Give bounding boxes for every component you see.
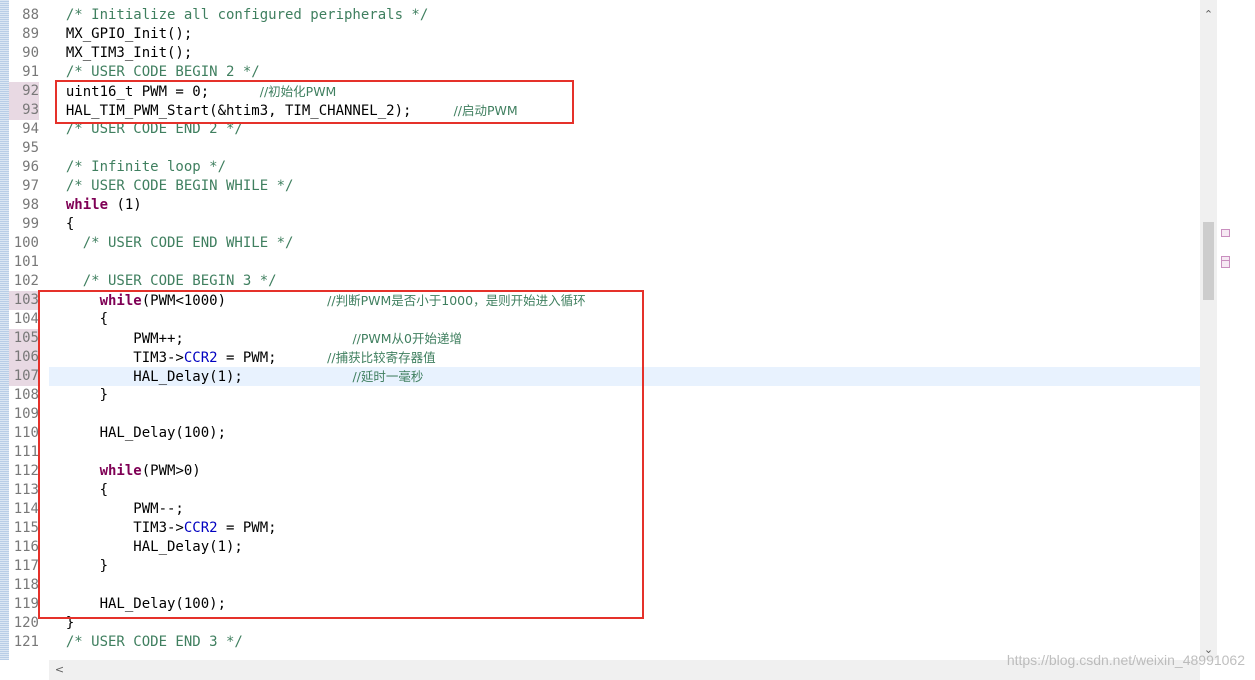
line-number: 93: [9, 101, 39, 120]
line-number: 97: [22, 178, 39, 194]
code-token: (1): [108, 197, 142, 213]
line-number: 94: [22, 121, 39, 137]
code-comment: /* USER CODE BEGIN WHILE */: [65, 178, 294, 194]
code-comment: /* Infinite loop */: [65, 159, 227, 175]
code-comment: /* USER CODE END 3 */: [65, 634, 243, 650]
code-line[interactable]: /* Infinite loop */: [49, 158, 1200, 177]
overview-ruler[interactable]: [1217, 0, 1255, 660]
line-number: 92: [9, 82, 39, 101]
vertical-scroll-thumb[interactable]: [1203, 222, 1214, 300]
line-number: 98: [22, 197, 39, 213]
code-comment: /* USER CODE BEGIN 3 */: [82, 273, 277, 289]
annotation-box-loop: [38, 290, 644, 619]
line-number: 96: [22, 159, 39, 175]
code-comment: /* USER CODE END WHILE */: [82, 235, 294, 251]
line-number: 99: [22, 216, 39, 232]
code-line[interactable]: MX_GPIO_Init();: [49, 25, 1200, 44]
line-number: 108: [13, 387, 39, 403]
code-line[interactable]: {: [49, 215, 1200, 234]
line-number: 117: [13, 558, 39, 574]
vertical-scrollbar[interactable]: ⌃ ⌄: [1200, 0, 1217, 660]
line-number: 104: [13, 311, 39, 327]
line-number: 101: [13, 254, 39, 270]
line-number: 110: [13, 425, 39, 441]
line-number: 118: [13, 577, 39, 593]
line-number: 100: [13, 235, 39, 251]
line-number: 119: [13, 596, 39, 612]
line-number: 107: [9, 367, 39, 386]
line-number: 106: [9, 348, 39, 367]
line-number: 116: [13, 539, 39, 555]
scroll-left-icon[interactable]: <: [51, 661, 68, 678]
line-number: 90: [22, 45, 39, 61]
line-number: 103: [9, 291, 39, 310]
line-number: 120: [13, 615, 39, 631]
line-number: 115: [13, 520, 39, 536]
code-line[interactable]: [49, 253, 1200, 272]
line-number: 109: [13, 406, 39, 422]
ruler-strip: [0, 0, 9, 660]
code-line[interactable]: MX_TIM3_Init();: [49, 44, 1200, 63]
overview-marker[interactable]: [1221, 260, 1230, 268]
line-number: 102: [13, 273, 39, 289]
watermark: https://blog.csdn.net/weixin_48991062: [1006, 652, 1245, 668]
annotation-box-init: [55, 80, 574, 124]
code-line[interactable]: while (1): [49, 196, 1200, 215]
code-line[interactable]: /* Initialize all configured peripherals…: [49, 6, 1200, 25]
line-number: 105: [9, 329, 39, 348]
line-number: 114: [13, 501, 39, 517]
line-number: 89: [22, 26, 39, 42]
code-line[interactable]: /* USER CODE END WHILE */: [49, 234, 1200, 253]
line-number: 113: [13, 482, 39, 498]
code-line[interactable]: /* USER CODE BEGIN WHILE */: [49, 177, 1200, 196]
line-number: 95: [22, 140, 39, 156]
overview-marker[interactable]: [1221, 229, 1230, 237]
code-line[interactable]: /* USER CODE BEGIN 3 */: [49, 272, 1200, 291]
line-number: 91: [22, 64, 39, 80]
line-number: 112: [13, 463, 39, 479]
line-number: 88: [22, 7, 39, 23]
code-comment: /* Initialize all configured peripherals…: [65, 7, 429, 23]
code-token: MX_GPIO_Init();: [65, 26, 193, 42]
code-editor[interactable]: 88 89 90 91 92 93 94 95 96 97 98 99 100 101 102 103 104 1…: [0, 0, 1255, 680]
code-token: MX_TIM3_Init();: [65, 45, 193, 61]
code-line[interactable]: [49, 139, 1200, 158]
line-number: 111: [13, 444, 39, 460]
scroll-up-icon[interactable]: ⌃: [1200, 6, 1217, 23]
code-comment: /* USER CODE BEGIN 2 */: [65, 64, 260, 80]
line-number: 121: [13, 634, 39, 650]
code-keyword: while: [65, 197, 109, 213]
code-line[interactable]: /* USER CODE END 3 */: [49, 633, 1200, 652]
code-token: {: [65, 216, 75, 232]
